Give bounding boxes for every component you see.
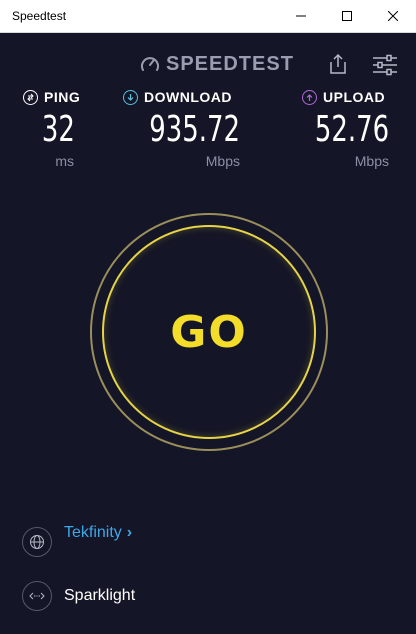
go-button[interactable]: GO	[102, 225, 316, 439]
download-metric: DOWNLOAD 935.72 Mbps	[123, 89, 243, 169]
isp-provider[interactable]: Tekfinity ›	[22, 524, 133, 557]
go-label: GO	[170, 306, 248, 358]
go-button-area: GO	[90, 213, 328, 451]
server-arrows-icon	[22, 581, 52, 611]
ping-metric: PING 32 ms	[23, 89, 103, 169]
maximize-button[interactable]	[324, 0, 370, 32]
minimize-icon	[296, 15, 306, 17]
maximize-icon	[342, 11, 352, 21]
share-button[interactable]	[327, 52, 349, 76]
ping-value: 32	[42, 109, 75, 150]
upload-header: UPLOAD	[302, 89, 392, 105]
ping-label: PING	[44, 89, 81, 105]
isp-name[interactable]: Tekfinity	[64, 524, 122, 542]
download-label: DOWNLOAD	[144, 89, 232, 105]
close-icon	[388, 11, 398, 21]
upload-value: 52.76	[314, 109, 389, 150]
close-button[interactable]	[370, 0, 416, 32]
brand-name: SPEEDTEST	[166, 52, 294, 75]
ping-unit: ms	[55, 153, 74, 169]
download-unit: Mbps	[205, 153, 240, 169]
globe-icon	[22, 527, 52, 557]
upload-unit: Mbps	[354, 153, 389, 169]
upload-label: UPLOAD	[323, 89, 386, 105]
ping-header: PING	[23, 89, 103, 105]
title-bar: Speedtest	[0, 0, 416, 33]
settings-button[interactable]	[372, 54, 398, 76]
share-icon	[330, 53, 346, 74]
server-provider[interactable]: Sparklight	[22, 581, 135, 611]
isp-chevron-icon: ›	[126, 524, 133, 541]
upload-arrow-icon	[302, 89, 317, 105]
minimize-button[interactable]	[278, 0, 324, 32]
ping-icon	[23, 89, 38, 105]
upload-metric: UPLOAD 52.76 Mbps	[302, 89, 392, 169]
server-name: Sparklight	[64, 587, 136, 604]
download-header: DOWNLOAD	[123, 89, 243, 105]
settings-icon	[373, 54, 397, 76]
brand-logo: SPEEDTEST	[140, 53, 294, 75]
speedometer-icon	[141, 57, 159, 71]
download-arrow-icon	[123, 89, 138, 105]
download-value: 935.72	[149, 109, 240, 150]
window-title: Speedtest	[12, 9, 67, 23]
